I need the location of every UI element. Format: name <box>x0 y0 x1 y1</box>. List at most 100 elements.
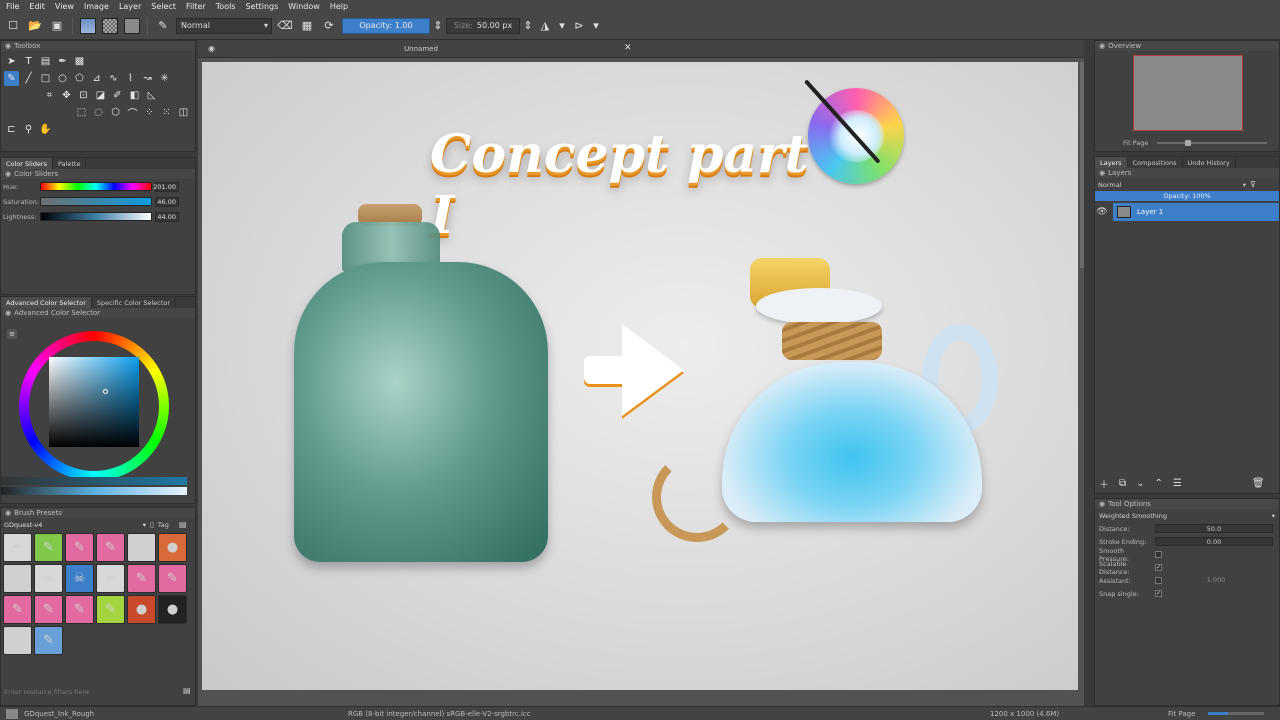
menu-edit[interactable]: Edit <box>29 2 45 11</box>
wrap-around-icon[interactable]: ⊳ <box>570 17 588 35</box>
pan-tool-icon[interactable]: ✋ <box>38 122 53 137</box>
new-document-icon[interactable]: ☐ <box>4 17 22 35</box>
polyline-tool-icon[interactable]: ⊿ <box>89 71 104 86</box>
zoom-tool-icon[interactable]: ⚲ <box>21 122 36 137</box>
skull-brush-preset[interactable]: ☠ <box>34 564 63 593</box>
delete-layer-icon[interactable]: 🗑 <box>1252 478 1265 489</box>
move-layer-up-icon[interactable]: ⌃ <box>1155 478 1163 489</box>
color-history-bar[interactable] <box>1 477 187 485</box>
layer-blend-dropdown[interactable]: Normal ▾ <box>1098 181 1246 189</box>
blend-mode-dropdown[interactable]: Normal ▾ <box>176 17 272 34</box>
brush-preset-dropdown[interactable]: GDquest-v4 ▾ <box>4 520 146 530</box>
menu-help[interactable]: Help <box>330 2 348 11</box>
brush-preset-swatch[interactable] <box>123 17 141 35</box>
status-zoom-slider[interactable] <box>1208 712 1264 715</box>
filter-icon[interactable]: ⊽ <box>1250 180 1256 189</box>
fill-tool-icon[interactable]: ◧ <box>127 88 142 103</box>
ellipse-tool-icon[interactable]: ○ <box>55 71 70 86</box>
line-tool-icon[interactable]: ╱ <box>21 71 36 86</box>
menu-select[interactable]: Select <box>151 2 176 11</box>
scalable-distance-checkbox[interactable]: ✓ <box>1155 564 1162 571</box>
brush-editor-icon[interactable]: ✎ <box>154 17 172 35</box>
layer-opacity-slider[interactable]: Opacity: 100% <box>1095 191 1279 201</box>
tab-undo-history[interactable]: Undo History <box>1183 157 1236 168</box>
select-shapes-icon[interactable]: ➤ <box>4 54 19 69</box>
polygon-select-icon[interactable]: ⬡ <box>108 105 123 120</box>
smooth-pressure-checkbox[interactable] <box>1155 551 1162 558</box>
size-stepper[interactable]: ⇕ <box>523 17 532 35</box>
sketch-brush-preset[interactable]: ✒ <box>3 564 32 593</box>
mirror-horizontal-icon[interactable]: ◮ <box>536 17 554 35</box>
blender-brush-preset[interactable]: ● <box>158 533 187 562</box>
preserve-alpha-icon[interactable]: ▦ <box>298 17 316 35</box>
selected-brush-preset[interactable]: ☠ <box>65 564 94 593</box>
menu-file[interactable]: File <box>6 2 19 11</box>
menu-window[interactable]: Window <box>288 2 320 11</box>
add-layer-icon[interactable]: ＋ <box>1099 476 1109 491</box>
contiguous-select-icon[interactable]: ⁘ <box>142 105 157 120</box>
overview-thumbnail[interactable] <box>1133 55 1243 131</box>
pink-brush-preset[interactable]: ✎ <box>65 595 94 624</box>
rect-select-icon[interactable]: ⬚ <box>74 105 89 120</box>
tab-color-sliders[interactable]: Color Sliders <box>1 158 53 169</box>
gradient-swatch[interactable] <box>79 17 97 35</box>
dynamic-brush-icon[interactable]: ↝ <box>140 71 155 86</box>
calligraphy-icon[interactable]: ✒ <box>55 54 70 69</box>
assistant-checkbox[interactable] <box>1155 577 1162 584</box>
layer-item-selected[interactable]: Layer 1 <box>1113 203 1279 221</box>
pink-brush-preset[interactable]: ✎ <box>96 533 125 562</box>
menu-tools[interactable]: Tools <box>216 2 236 11</box>
bezier-select-icon[interactable]: ◫ <box>176 105 191 120</box>
saturation-value-square[interactable] <box>49 357 139 447</box>
freehand-brush-icon[interactable]: ✎ <box>4 71 19 86</box>
ink-brush-preset[interactable]: ✒ <box>3 533 32 562</box>
overview-zoom-slider[interactable] <box>1157 140 1267 146</box>
saturation-value[interactable]: 46.00 <box>155 196 179 207</box>
texture-brush-preset[interactable]: ✎ <box>34 533 63 562</box>
smudge-brush-preset[interactable]: ● <box>127 595 156 624</box>
duplicate-layer-icon[interactable]: ⧉ <box>1119 478 1126 489</box>
similar-select-icon[interactable]: ⁙ <box>159 105 174 120</box>
lightness-value[interactable]: 44.00 <box>155 211 179 222</box>
smoothing-dropdown[interactable]: Weighted Smoothing ▾ <box>1095 509 1279 522</box>
edit-shapes-icon[interactable]: ▤ <box>38 54 53 69</box>
tab-compositions[interactable]: Compositions <box>1128 157 1183 168</box>
measure-tool-icon[interactable]: ◺ <box>144 88 159 103</box>
skull-brush-preset[interactable]: ☠ <box>96 564 125 593</box>
save-icon[interactable]: ▣ <box>48 17 66 35</box>
eye-visibility-icon[interactable]: 👁 <box>1095 207 1109 217</box>
layer-properties-icon[interactable]: ☰ <box>1173 478 1182 489</box>
polygon-tool-icon[interactable]: ⬠ <box>72 71 87 86</box>
pink-brush-preset[interactable]: ✎ <box>34 595 63 624</box>
selector-settings-icon[interactable]: ≡ <box>7 329 17 339</box>
tab-specific-color-selector[interactable]: Specific Color Selector <box>92 297 177 308</box>
move-layer-down-icon[interactable]: ⌄ <box>1136 478 1144 489</box>
size-slider[interactable]: Size: 50.00 px <box>446 17 520 34</box>
freehand-select-icon[interactable]: ⌒ <box>125 105 140 120</box>
tab-advanced-color-selector[interactable]: Advanced Color Selector <box>1 297 92 308</box>
ellipse-select-icon[interactable]: ◌ <box>91 105 106 120</box>
menu-view[interactable]: View <box>55 2 74 11</box>
pink-brush-preset[interactable]: ✎ <box>3 595 32 624</box>
crop-tool-icon[interactable]: ⌗ <box>42 88 57 103</box>
transform-tool-icon[interactable]: ⊡ <box>76 88 91 103</box>
hue-slider[interactable] <box>40 182 152 191</box>
pattern-swatch[interactable] <box>101 17 119 35</box>
opacity-slider[interactable]: Opacity: 1.00 <box>342 17 430 34</box>
text-tool-icon[interactable]: T <box>21 54 36 69</box>
pattern-tool-icon[interactable]: ▩ <box>72 54 87 69</box>
tag-label[interactable]: Tag <box>158 521 169 529</box>
menu-image[interactable]: Image <box>84 2 109 11</box>
reload-preset-icon[interactable]: ⟳ <box>320 17 338 35</box>
saturation-slider[interactable] <box>40 197 152 206</box>
charcoal-brush-preset[interactable]: ✎ <box>127 533 156 562</box>
wrap-dropdown-icon[interactable]: ▾ <box>592 17 600 35</box>
pink-brush-preset[interactable]: ✎ <box>65 533 94 562</box>
grey-brush-preset[interactable]: ✎ <box>3 626 32 655</box>
assistant-magnetism-slider[interactable]: 1.000 <box>1166 576 1266 585</box>
snap-single-checkbox[interactable]: ✓ <box>1155 590 1162 597</box>
grid-view-icon[interactable]: ▤ <box>179 520 187 529</box>
gradient-tool-icon[interactable]: ◪ <box>93 88 108 103</box>
rectangle-tool-icon[interactable]: □ <box>38 71 53 86</box>
blue-brush-preset[interactable]: ✎ <box>34 626 63 655</box>
